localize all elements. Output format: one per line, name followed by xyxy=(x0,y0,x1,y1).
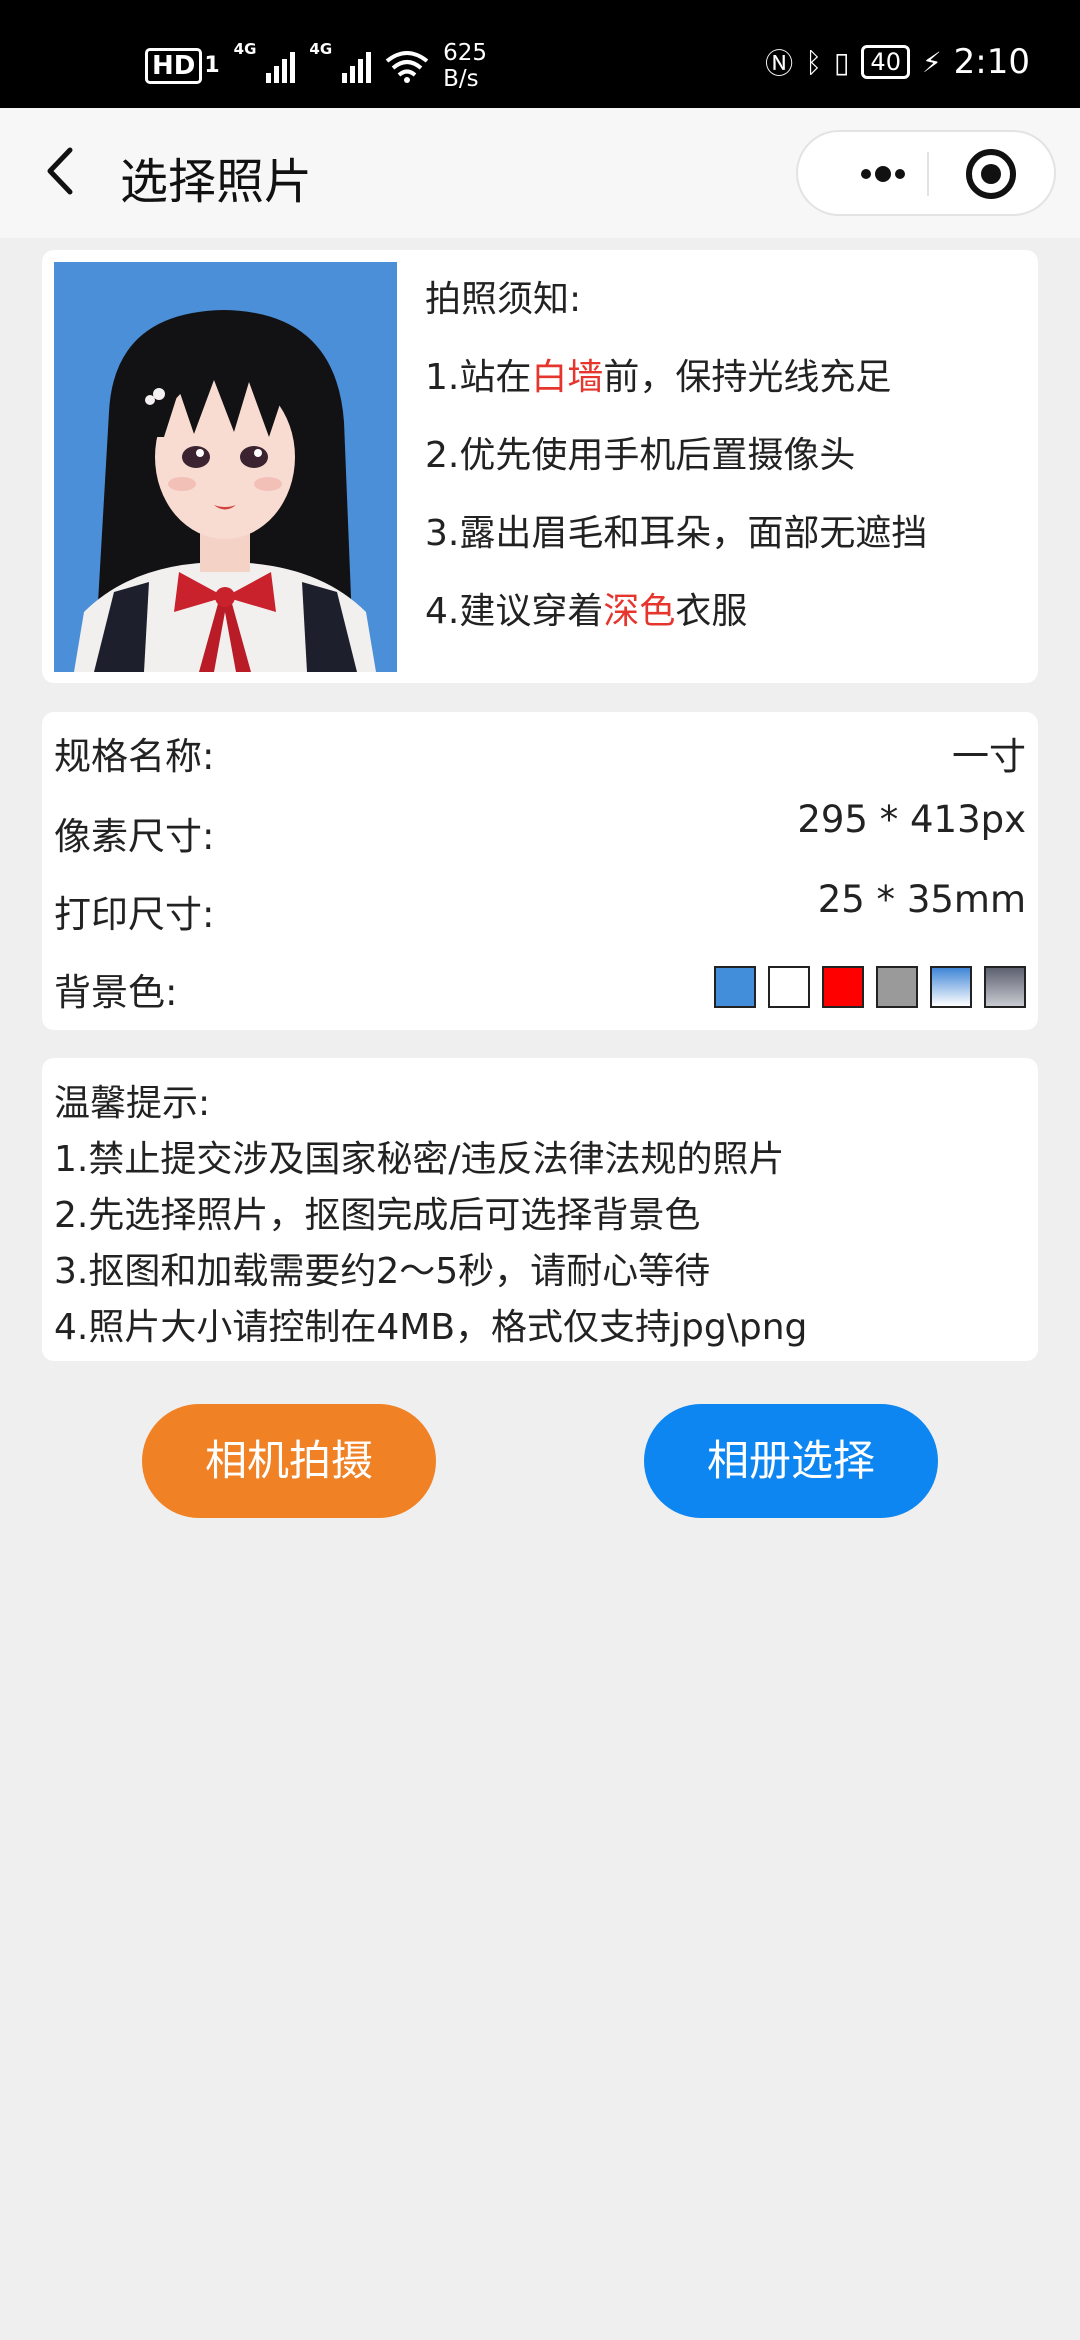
spec-name-value: 一寸 xyxy=(952,735,1026,778)
notice-item-1-post: 前，保持光线充足 xyxy=(603,357,892,398)
status-bar: HD 1 4G 4G 625 B/s Ⓝ ᛒ ▯ 40 ⚡ 2:10 xyxy=(0,0,1080,108)
bg-swatch-white[interactable] xyxy=(768,966,810,1008)
notice-item-4-post: 衣服 xyxy=(675,591,748,632)
spec-card: 规格名称: 一寸 像素尺寸: 295 * 413px 打印尺寸: 25 * 35… xyxy=(42,712,1038,1030)
bg-swatch-gradient-gray[interactable] xyxy=(984,966,1026,1008)
signal-icon xyxy=(266,49,296,83)
status-left: HD 1 4G 4G 625 B/s xyxy=(145,40,487,92)
sim-number: 1 xyxy=(204,53,220,78)
notice-item-4-highlight: 深色 xyxy=(603,591,676,632)
spec-bg-label: 背景色: xyxy=(54,971,178,1014)
bg-swatch-red[interactable] xyxy=(822,966,864,1008)
bg-color-swatches xyxy=(714,966,1026,1008)
spec-row-name: 规格名称: 一寸 xyxy=(54,726,1026,786)
notice-item-4-pre: 4.建议穿着 xyxy=(425,591,604,632)
wifi-icon xyxy=(385,51,429,83)
notice-item-4: 4.建议穿着深色衣服 xyxy=(425,584,927,662)
notice-item-1-pre: 1.站在 xyxy=(425,357,532,398)
bluetooth-icon: ᛒ xyxy=(805,45,822,79)
spec-pixel-value: 295 * 413px xyxy=(797,798,1026,841)
notice-item-2: 2.优先使用手机后置摄像头 xyxy=(425,435,856,476)
charging-icon: ⚡ xyxy=(921,45,942,79)
status-right: Ⓝ ᛒ ▯ 40 ⚡ 2:10 xyxy=(765,42,1030,82)
vibrate-icon: ▯ xyxy=(834,45,850,79)
network-speed: 625 B/s xyxy=(443,40,487,92)
spec-print-label: 打印尺寸: xyxy=(54,893,215,936)
tip-item-2: 2.先选择照片，抠图完成后可选择背景色 xyxy=(54,1195,701,1236)
spec-name-label: 规格名称: xyxy=(54,735,215,778)
network-type-2: 4G xyxy=(309,40,333,58)
hd-badge: HD xyxy=(145,48,203,84)
clock: 2:10 xyxy=(953,42,1030,82)
battery-icon: 40 xyxy=(861,45,910,79)
nfc-icon: Ⓝ xyxy=(765,47,794,80)
network-type-1: 4G xyxy=(233,40,257,58)
signal-icon-2 xyxy=(342,49,372,83)
page-title: 选择照片 xyxy=(120,154,313,210)
notice-item-1-highlight: 白墙 xyxy=(531,357,604,398)
mini-program-capsule xyxy=(796,130,1056,216)
speed-value: 625 xyxy=(443,40,488,66)
back-arrow-icon[interactable] xyxy=(38,146,88,196)
album-select-button[interactable]: 相册选择 xyxy=(644,1404,938,1518)
bg-swatch-gray[interactable] xyxy=(876,966,918,1008)
tip-item-4: 4.照片大小请控制在4MB，格式仅支持jpg\png xyxy=(54,1307,808,1348)
camera-capture-button[interactable]: 相机拍摄 xyxy=(142,1404,436,1518)
spec-pixel-label: 像素尺寸: xyxy=(54,815,215,858)
bg-swatch-gradient-blue[interactable] xyxy=(930,966,972,1008)
sample-portrait-image xyxy=(54,262,397,672)
more-icon[interactable] xyxy=(838,132,928,216)
photo-notice-card: 拍照须知: 1.站在白墙前，保持光线充足 2.优先使用手机后置摄像头 3.露出眉… xyxy=(42,250,1038,683)
tip-item-1: 1.禁止提交涉及国家秘密/违反法律法规的照片 xyxy=(54,1139,785,1180)
tips-list: 温馨提示: 1.禁止提交涉及国家秘密/违反法律法规的照片 2.先选择照片，抠图完… xyxy=(54,1076,807,1356)
bg-swatch-blue[interactable] xyxy=(714,966,756,1008)
spec-print-value: 25 * 35mm xyxy=(817,878,1026,921)
speed-unit: B/s xyxy=(443,66,479,92)
capsule-divider xyxy=(927,152,929,196)
close-target-icon[interactable] xyxy=(948,132,1038,216)
notice-list: 拍照须知: 1.站在白墙前，保持光线充足 2.优先使用手机后置摄像头 3.露出眉… xyxy=(425,272,927,662)
tip-item-3: 3.抠图和加载需要约2～5秒，请耐心等待 xyxy=(54,1251,711,1292)
tips-card: 温馨提示: 1.禁止提交涉及国家秘密/违反法律法规的照片 2.先选择照片，抠图完… xyxy=(42,1058,1038,1361)
spec-row-pixel: 像素尺寸: 295 * 413px xyxy=(54,798,1026,864)
nav-bar: 选择照片 xyxy=(0,108,1080,238)
spec-row-bg: 背景色: xyxy=(54,962,1026,1022)
spec-row-print: 打印尺寸: 25 * 35mm xyxy=(54,878,1026,944)
notice-item-3: 3.露出眉毛和耳朵，面部无遮挡 xyxy=(425,513,928,554)
notice-heading: 拍照须知: xyxy=(425,279,582,320)
notice-item-1: 1.站在白墙前，保持光线充足 xyxy=(425,350,927,428)
tips-heading: 温馨提示: xyxy=(54,1083,211,1124)
